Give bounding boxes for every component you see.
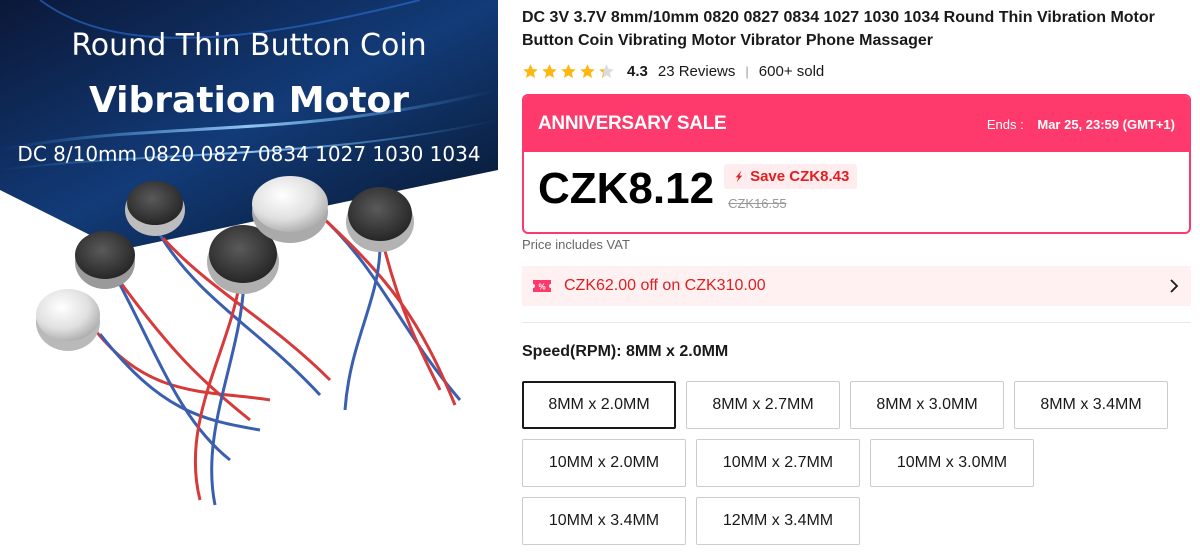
coupon-row[interactable]: % CZK62.00 off on CZK310.00 bbox=[522, 266, 1191, 306]
sale-header: ANNIVERSARY SALE Ends : Mar 25, 23:59 (G… bbox=[524, 96, 1189, 152]
rating-row: 4.3 23 Reviews | 600+ sold bbox=[522, 59, 1192, 83]
ends-time: Mar 25, 23:59 (GMT+1) bbox=[1037, 116, 1175, 132]
chevron-right-icon bbox=[1170, 279, 1179, 293]
image-caption-line-1: Round Thin Button Coin bbox=[71, 28, 427, 63]
original-price: CZK16.55 bbox=[728, 196, 787, 211]
product-info: DC 3V 3.7V 8mm/10mm 0820 0827 0834 1027 … bbox=[522, 0, 1192, 545]
image-caption-line-2: Vibration Motor bbox=[88, 80, 410, 121]
star-icon bbox=[542, 63, 557, 78]
star-icon bbox=[523, 63, 538, 78]
rating-stars[interactable] bbox=[522, 63, 615, 80]
spec-option[interactable]: 8MM x 2.0MM bbox=[522, 381, 676, 429]
spec-option[interactable]: 10MM x 2.7MM bbox=[696, 439, 860, 487]
spec-option[interactable]: 8MM x 3.4MM bbox=[1014, 381, 1168, 429]
image-caption-line-3: DC 8/10mm 0820 0827 0834 1027 1030 1034 bbox=[17, 142, 481, 166]
sale-title: ANNIVERSARY SALE bbox=[538, 113, 727, 134]
reviews-link[interactable]: 23 Reviews bbox=[658, 63, 736, 80]
price-side: Save CZK8.43 CZK16.55 bbox=[724, 164, 858, 211]
coupon-text: CZK62.00 off on CZK310.00 bbox=[564, 277, 766, 294]
sold-count: 600+ sold bbox=[758, 62, 825, 80]
spec-option[interactable]: 10MM x 3.4MM bbox=[522, 497, 686, 545]
svg-text:%: % bbox=[538, 283, 545, 292]
vat-note: Price includes VAT bbox=[522, 237, 630, 252]
rating-value: 4.3 bbox=[627, 62, 648, 80]
product-title: DC 3V 3.7V 8mm/10mm 0820 0827 0834 1027 … bbox=[522, 9, 1155, 49]
spec-option[interactable]: 10MM x 2.0MM bbox=[522, 439, 686, 487]
star-icon bbox=[561, 63, 576, 78]
sale-box: ANNIVERSARY SALE Ends : Mar 25, 23:59 (G… bbox=[522, 94, 1191, 234]
divider bbox=[522, 322, 1191, 323]
save-label: Save CZK8.43 bbox=[750, 168, 850, 185]
spec-option[interactable]: 8MM x 2.7MM bbox=[686, 381, 840, 429]
spec-option[interactable]: 10MM x 3.0MM bbox=[870, 439, 1034, 487]
save-badge: Save CZK8.43 bbox=[724, 164, 858, 189]
price-row: CZK8.12 Save CZK8.43 CZK16.55 bbox=[524, 152, 1189, 214]
star-icon bbox=[580, 63, 595, 78]
star-icon bbox=[599, 63, 614, 78]
sale-ends: Ends : Mar 25, 23:59 (GMT+1) bbox=[987, 117, 1175, 132]
product-image[interactable]: Round Thin Button Coin Vibration Motor D… bbox=[0, 0, 498, 553]
current-price: CZK8.12 bbox=[538, 164, 715, 213]
spec-label: Speed(RPM): 8MM x 2.0MM bbox=[522, 343, 729, 360]
separator: | bbox=[745, 63, 749, 79]
spec-option[interactable]: 12MM x 3.4MM bbox=[696, 497, 860, 545]
coupon-icon: % bbox=[533, 280, 551, 292]
ends-label: Ends : bbox=[986, 116, 1024, 132]
discount-arrow-icon bbox=[735, 170, 743, 183]
spec-option[interactable]: 8MM x 3.0MM bbox=[850, 381, 1004, 429]
